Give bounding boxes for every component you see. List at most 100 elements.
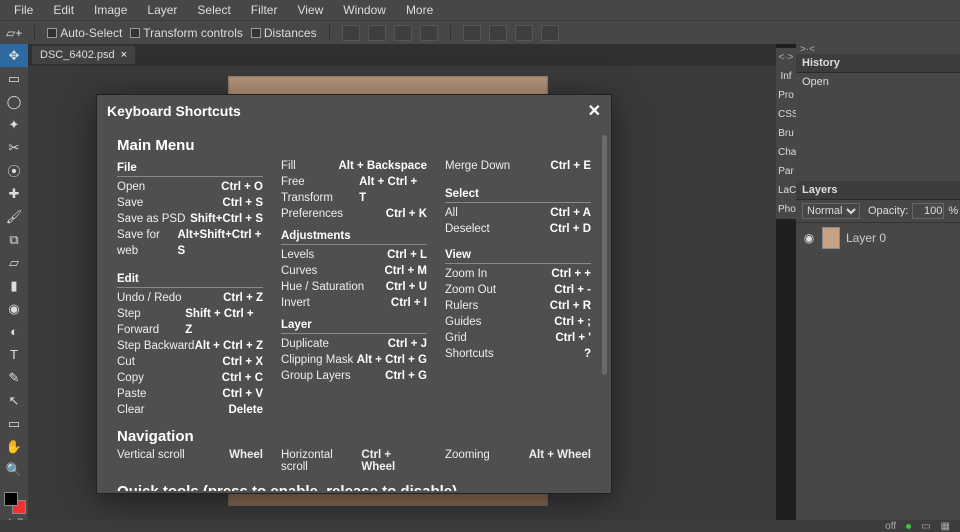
panel-photo[interactable]: Pho [776, 200, 796, 219]
align-button-4[interactable] [420, 25, 438, 41]
heal-tool[interactable]: ✚ [0, 182, 28, 205]
path-tool[interactable]: ↖ [0, 389, 28, 412]
layer-name[interactable]: Layer 0 [846, 231, 886, 245]
distances-checkbox[interactable]: Distances [251, 26, 317, 40]
layer-row[interactable]: ◉ Layer 0 [796, 223, 960, 253]
align-button-1[interactable] [342, 25, 360, 41]
menu-view[interactable]: View [287, 3, 333, 17]
panel-layercomps[interactable]: LaC [776, 181, 796, 200]
align-button-3[interactable] [394, 25, 412, 41]
move-cursor-icon: ▱+ [6, 26, 22, 40]
blur-tool[interactable]: ◉ [0, 297, 28, 320]
shortcut-row: DuplicateCtrl + J [281, 336, 427, 352]
align-button-8[interactable] [541, 25, 559, 41]
status-off: off [885, 521, 896, 532]
hand-tool[interactable]: ✋ [0, 435, 28, 458]
document-tab-label: DSC_6402.psd [40, 49, 115, 61]
eyedropper-tool[interactable]: ⦿ [0, 159, 28, 182]
pen-tool[interactable]: ✎ [0, 366, 28, 389]
document-tabs: DSC_6402.psd × [28, 44, 776, 66]
shortcut-row: PasteCtrl + V [117, 386, 263, 402]
align-button-5[interactable] [463, 25, 481, 41]
visibility-icon[interactable]: ◉ [802, 231, 816, 245]
panel-css[interactable]: CSS [776, 105, 796, 124]
status-icon-2[interactable]: ▦ [941, 521, 950, 532]
crop-tool[interactable]: ✂ [0, 136, 28, 159]
shortcut-row: Undo / RedoCtrl + Z [117, 290, 263, 306]
zoom-tool[interactable]: 🔍 [0, 458, 28, 481]
stamp-tool[interactable]: ⧉ [0, 228, 28, 251]
history-entry[interactable]: Open [796, 73, 960, 91]
auto-select-checkbox[interactable]: Auto-Select [47, 26, 122, 40]
align-button-6[interactable] [489, 25, 507, 41]
menu-more[interactable]: More [396, 3, 443, 17]
panel-paragraph[interactable]: Par [776, 162, 796, 181]
shortcut-row: Save for webAlt+Shift+Ctrl + S [117, 227, 263, 259]
transform-controls-checkbox[interactable]: Transform controls [130, 26, 243, 40]
blend-mode-select[interactable]: Normal [802, 203, 860, 219]
shortcut-row: Shortcuts? [445, 346, 591, 362]
shortcut-row: Free TransformAlt + Ctrl + T [281, 174, 427, 206]
opacity-input[interactable] [912, 203, 944, 219]
shortcut-row: PreferencesCtrl + K [281, 206, 427, 222]
transform-controls-label: Transform controls [143, 26, 243, 40]
lasso-tool[interactable]: ◯ [0, 90, 28, 113]
menu-filter[interactable]: Filter [241, 3, 288, 17]
document-tab[interactable]: DSC_6402.psd × [32, 46, 135, 64]
menu-image[interactable]: Image [84, 3, 137, 17]
shortcut-row: CopyCtrl + C [117, 370, 263, 386]
history-panel-header[interactable]: History [796, 54, 960, 73]
layers-panel-header[interactable]: Layers [796, 181, 960, 200]
nav-row: Vertical scrollWheel [117, 449, 263, 473]
rect-select-tool[interactable]: ▭ [0, 67, 28, 90]
status-bar: off ▭ ▦ [0, 520, 960, 532]
shortcut-row: DeselectCtrl + D [445, 221, 591, 237]
menu-window[interactable]: Window [333, 3, 396, 17]
panel-info[interactable]: Inf [776, 67, 796, 86]
shortcut-row: GridCtrl + ' [445, 330, 591, 346]
shortcut-row: SaveCtrl + S [117, 195, 263, 211]
dodge-tool[interactable]: ◐ [0, 320, 28, 343]
close-icon[interactable]: ✕ [588, 101, 601, 121]
panel-brush[interactable]: Bru [776, 124, 796, 143]
opacity-label: Opacity: [868, 205, 908, 217]
shortcut-row: ClearDelete [117, 402, 263, 418]
keyboard-shortcuts-dialog: Keyboard Shortcuts ✕ Main Menu File Open… [96, 94, 612, 494]
opacity-suffix: % [948, 205, 958, 217]
type-tool[interactable]: T [0, 343, 28, 366]
tools-panel: ✥ ▭ ◯ ✦ ✂ ⦿ ✚ 🖌 ⧉ ▱ ▮ ◉ ◐ T ✎ ↖ ▭ ✋ 🔍 ⇄ … [0, 44, 28, 532]
shape-tool[interactable]: ▭ [0, 412, 28, 435]
distances-label: Distances [264, 26, 317, 40]
layer-thumbnail[interactable] [822, 227, 840, 249]
collapse-icon[interactable]: >·< [800, 44, 815, 54]
scrollbar[interactable] [602, 135, 607, 375]
shortcut-row: InvertCtrl + I [281, 295, 427, 311]
foreground-swatch[interactable] [4, 492, 18, 506]
menu-layer[interactable]: Layer [137, 3, 187, 17]
gradient-tool[interactable]: ▮ [0, 274, 28, 297]
wand-tool[interactable]: ✦ [0, 113, 28, 136]
nav-row: Horizontal scrollCtrl + Wheel [281, 449, 427, 473]
menu-edit[interactable]: Edit [43, 3, 84, 17]
panel-properties[interactable]: Pro [776, 86, 796, 105]
nav-row: ZoomingAlt + Wheel [445, 449, 591, 473]
brush-tool[interactable]: 🖌 [0, 205, 28, 228]
menu-select[interactable]: Select [187, 3, 240, 17]
move-tool[interactable]: ✥ [0, 44, 28, 67]
shortcut-row: Hue / SaturationCtrl + U [281, 279, 427, 295]
status-icon-1[interactable]: ▭ [921, 521, 930, 532]
close-icon[interactable]: × [121, 49, 127, 61]
eraser-tool[interactable]: ▱ [0, 251, 28, 274]
align-button-2[interactable] [368, 25, 386, 41]
shortcut-row: AllCtrl + A [445, 205, 591, 221]
menu-file[interactable]: File [4, 3, 43, 17]
group-adjustments: Adjustments [281, 230, 427, 245]
group-view: View [445, 249, 591, 264]
expand-icon[interactable]: <·> [776, 48, 795, 67]
shortcut-row: Save as PSDShift+Ctrl + S [117, 211, 263, 227]
separator [450, 25, 451, 41]
panel-character[interactable]: Cha [776, 143, 796, 162]
section-quick-tools: Quick tools (press to enable, release to… [117, 483, 591, 491]
align-button-7[interactable] [515, 25, 533, 41]
options-toolbar: ▱+ Auto-Select Transform controls Distan… [0, 20, 960, 44]
